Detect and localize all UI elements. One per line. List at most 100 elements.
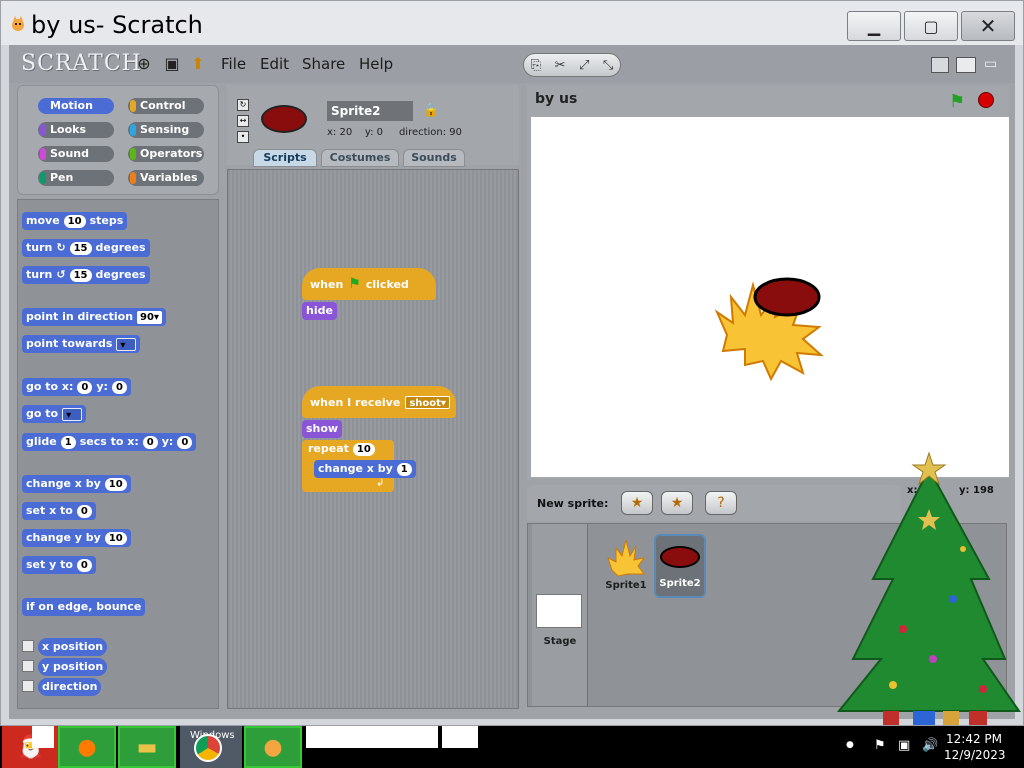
sprite-tile-sprite1[interactable]: Sprite1	[602, 534, 650, 598]
reporter-x-position[interactable]: x position	[38, 638, 108, 656]
stop-button[interactable]	[978, 92, 994, 108]
turn-right-icon: ↻	[56, 241, 66, 254]
menu-edit[interactable]: Edit	[260, 55, 289, 73]
block-point-in-direction[interactable]: point in direction 90▾	[22, 308, 166, 326]
title-bar[interactable]: by us- Scratch ▁ ▢ ✕	[1, 1, 1023, 45]
reporter-y-position[interactable]: y position	[38, 658, 108, 676]
duplicate-icon[interactable]: ⎘	[531, 58, 541, 73]
network-icon[interactable]: ▣	[898, 738, 910, 753]
block-go-to[interactable]: go to ▾	[22, 405, 87, 423]
grow-icon[interactable]: ⤢	[579, 58, 589, 73]
choose-sprite-from-file-button[interactable]: ★	[661, 491, 693, 515]
message-dropdown[interactable]: shoot▾	[405, 395, 450, 409]
folder-star-icon: ★	[670, 495, 684, 511]
globe-icon[interactable]: ⊕	[135, 55, 153, 73]
block-glide[interactable]: glide 1 secs to x: 0 y: 0	[22, 433, 197, 451]
chrome-task-button[interactable]: Windows	[180, 726, 242, 768]
clock-date[interactable]: 12/9/2023	[944, 748, 1006, 762]
block-turn-right[interactable]: turn ↻ 15 degrees	[22, 239, 150, 257]
block-move[interactable]: move 10 steps	[22, 212, 128, 230]
tab-scripts[interactable]: Scripts	[253, 149, 317, 167]
checkbox-y-position[interactable]	[22, 660, 34, 672]
tab-costumes[interactable]: Costumes	[321, 149, 399, 167]
block-point-towards[interactable]: point towards ▾	[22, 335, 141, 353]
flip-icon[interactable]: ↔	[237, 115, 249, 127]
shrink-icon[interactable]: ⤡	[603, 58, 613, 73]
tab-sounds[interactable]: Sounds	[403, 149, 465, 167]
block-change-x[interactable]: change x by 10	[22, 475, 131, 493]
menu-help[interactable]: Help	[359, 55, 393, 73]
presentation-mode-icon[interactable]: ▭	[984, 57, 1004, 73]
project-title: by us	[535, 91, 578, 107]
block-set-x[interactable]: set x to 0	[22, 502, 96, 520]
block-set-y[interactable]: set y to 0	[22, 556, 96, 574]
change-x-block[interactable]: change x by 1	[314, 460, 416, 478]
checkbox-x-position[interactable]	[22, 640, 34, 652]
block-turn-left[interactable]: turn ↺ 15 degrees	[22, 266, 150, 284]
sprite2-red-oval[interactable]	[753, 277, 821, 317]
tray-dot-icon[interactable]: ●	[846, 740, 854, 750]
no-rotate-icon[interactable]: •	[237, 131, 249, 143]
clock-time[interactable]: 12:42 PM	[944, 732, 1002, 746]
volume-icon[interactable]: 🔊	[922, 738, 938, 753]
stage-canvas[interactable]	[531, 117, 1009, 477]
firefox-icon: ●	[77, 734, 97, 760]
stage-label: Stage	[543, 636, 577, 647]
taskbar-blank-2	[442, 726, 478, 748]
folder-icon: ▬	[136, 734, 158, 760]
category-looks[interactable]: Looks	[38, 122, 114, 138]
sprite-thumbnail	[261, 105, 307, 133]
sprite2-label: Sprite2	[659, 578, 701, 589]
paint-new-sprite-button[interactable]: ★	[621, 491, 653, 515]
close-button[interactable]: ✕	[961, 11, 1015, 41]
new-sprite-label: New sprite:	[537, 497, 609, 510]
reporter-direction[interactable]: direction	[38, 678, 102, 696]
save-icon[interactable]: ▣	[163, 55, 181, 73]
category-pen[interactable]: Pen	[38, 170, 114, 186]
rotate-icon[interactable]: ↻	[237, 99, 249, 111]
category-sensing[interactable]: Sensing	[128, 122, 204, 138]
category-control[interactable]: Control	[128, 98, 204, 114]
security-flag-icon[interactable]: ⚑	[874, 738, 886, 753]
normal-stage-icon[interactable]	[956, 57, 976, 73]
category-motion[interactable]: Motion	[38, 98, 114, 114]
minimize-button[interactable]: ▁	[847, 11, 901, 41]
random-sprite-button[interactable]: ?	[705, 491, 737, 515]
when-i-receive-block[interactable]: when I receive shoot▾	[302, 386, 456, 418]
sprite1-label: Sprite1	[605, 580, 647, 591]
window-title: by us- Scratch	[31, 11, 203, 39]
checkbox-direction[interactable]	[22, 680, 34, 692]
small-stage-icon[interactable]	[931, 57, 949, 73]
taskbar-gap	[32, 726, 54, 748]
block-go-to-xy[interactable]: go to x: 0 y: 0	[22, 378, 131, 396]
dropdown[interactable]: ▾	[62, 407, 83, 421]
when-flag-clicked-block[interactable]: when ⚑ clicked	[302, 268, 436, 300]
file-explorer-task-button[interactable]: ▬	[118, 726, 176, 768]
scripts-area[interactable]: when ⚑ clicked hide when I receive shoot▾ s…	[227, 169, 519, 709]
chrome-icon	[194, 734, 222, 762]
sprite2-thumbnail	[660, 546, 700, 568]
category-sound[interactable]: Sound	[38, 146, 114, 162]
hide-block[interactable]: hide	[302, 302, 337, 320]
menu-share[interactable]: Share	[302, 55, 345, 73]
stage-tile[interactable]: Stage	[532, 524, 588, 706]
scratch-task-button[interactable]: ●	[244, 726, 302, 768]
show-block[interactable]: show	[302, 420, 343, 438]
sprite-name-field[interactable]: Sprite2	[327, 101, 413, 121]
firefox-task-button[interactable]: ●	[58, 726, 116, 768]
close-icon: ✕	[979, 14, 997, 38]
category-variables[interactable]: Variables	[128, 170, 204, 186]
maximize-button[interactable]: ▢	[904, 11, 958, 41]
delete-icon[interactable]: ✂	[555, 58, 566, 73]
sprite-tile-sprite2[interactable]: Sprite2	[654, 534, 706, 598]
menu-file[interactable]: File	[221, 55, 246, 73]
share-icon[interactable]: ⬆	[189, 55, 207, 73]
lock-icon[interactable]: 🔒	[423, 103, 439, 118]
category-operators[interactable]: Operators	[128, 146, 204, 162]
green-flag-button[interactable]: ⚑	[949, 91, 965, 112]
sprite-info-panel: ↻ ↔ • Sprite2 🔒 x: 20 y: 0 direction: 90…	[227, 85, 519, 167]
block-change-y[interactable]: change y by 10	[22, 529, 131, 547]
block-if-on-edge-bounce[interactable]: if on edge, bounce	[22, 598, 146, 616]
dropdown[interactable]: ▾	[116, 337, 137, 351]
loop-arrow-icon: ↲	[376, 478, 385, 489]
